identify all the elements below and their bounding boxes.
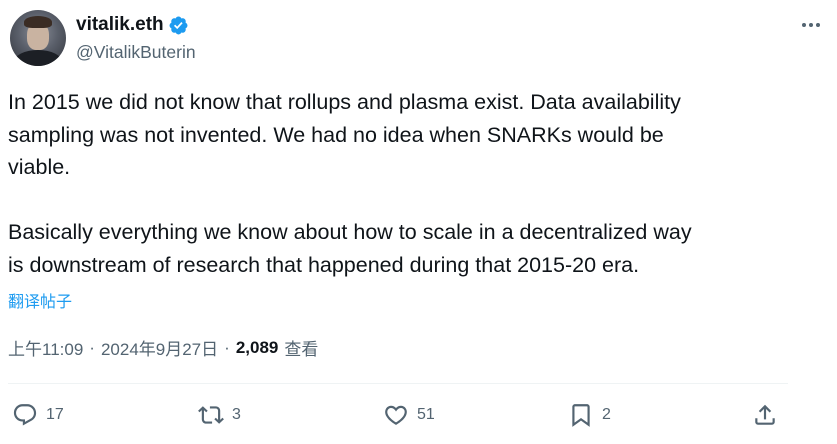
more-options-icon[interactable] xyxy=(797,14,825,36)
retweet-icon xyxy=(198,406,224,424)
tweet-date[interactable]: 2024年9月27日 xyxy=(101,335,218,360)
tweet-meta: 上午11:09 · 2024年9月27日 · 2,089 查看 xyxy=(8,335,318,360)
author-handle[interactable]: @VitalikButerin xyxy=(76,42,196,63)
verified-badge-icon xyxy=(169,16,188,34)
author-display-name[interactable]: vitalik.eth xyxy=(76,14,164,36)
share-button[interactable] xyxy=(752,398,778,432)
tweet-header: vitalik.eth @VitalikButerin xyxy=(10,10,825,70)
views-count[interactable]: 2,089 xyxy=(236,338,279,358)
reply-count: 17 xyxy=(46,406,64,423)
like-button[interactable]: 51 xyxy=(383,398,435,432)
meta-separator: · xyxy=(89,337,95,357)
like-count: 51 xyxy=(417,406,435,423)
tweet-text: In 2015 we did not know that rollups and… xyxy=(8,90,692,277)
meta-separator: · xyxy=(224,337,230,357)
heart-icon xyxy=(385,405,407,425)
action-bar: 17 3 51 2 xyxy=(8,398,798,432)
bookmark-count: 2 xyxy=(602,406,611,423)
translate-post-link[interactable]: 翻译帖子 xyxy=(8,288,72,312)
retweet-button[interactable]: 3 xyxy=(198,398,241,432)
author-info: vitalik.eth @VitalikButerin xyxy=(76,12,196,63)
share-icon xyxy=(755,404,775,425)
reply-icon xyxy=(13,404,37,426)
retweet-count: 3 xyxy=(232,406,241,423)
tweet-time[interactable]: 上午11:09 xyxy=(8,335,83,360)
divider xyxy=(8,383,788,384)
views-label[interactable]: 查看 xyxy=(284,335,318,360)
avatar[interactable] xyxy=(10,10,66,66)
reply-button[interactable]: 17 xyxy=(12,398,64,432)
bookmark-icon xyxy=(572,404,590,427)
bookmark-button[interactable]: 2 xyxy=(568,398,611,432)
